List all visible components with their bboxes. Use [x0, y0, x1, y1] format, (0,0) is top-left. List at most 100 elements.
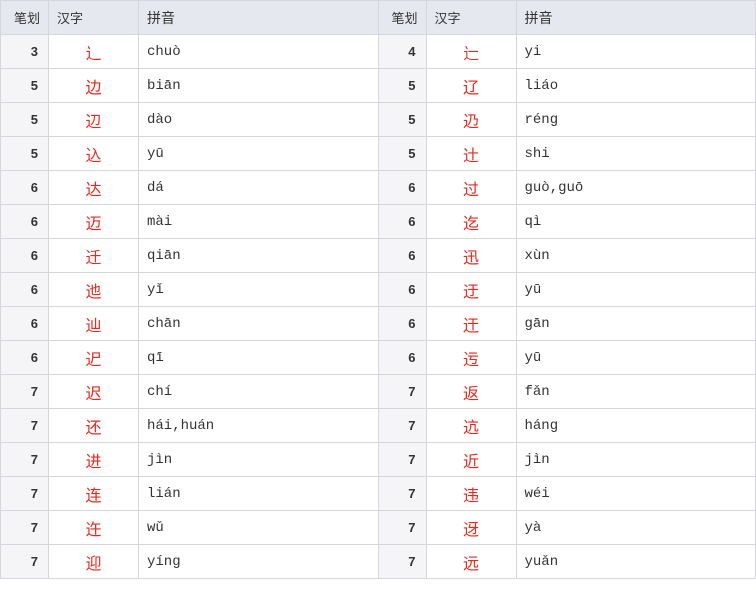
cell-strokes: 6: [378, 171, 426, 205]
cell-strokes: 6: [1, 307, 49, 341]
cell-hanzi[interactable]: 迕: [49, 511, 139, 545]
cell-strokes: 7: [378, 477, 426, 511]
cell-pinyin: réng: [516, 103, 756, 137]
cell-pinyin: fǎn: [516, 375, 756, 409]
cell-hanzi[interactable]: 辶: [49, 35, 139, 69]
cell-pinyin: chí: [139, 375, 379, 409]
cell-strokes: 6: [1, 171, 49, 205]
cell-hanzi[interactable]: 辽: [426, 69, 516, 103]
cell-pinyin: yà: [516, 511, 756, 545]
cell-pinyin: hái,huán: [139, 409, 379, 443]
table-row: 7进jìn7近jìn: [1, 443, 756, 477]
cell-strokes: 6: [1, 205, 49, 239]
cell-hanzi[interactable]: 迓: [426, 511, 516, 545]
cell-strokes: 5: [378, 103, 426, 137]
cell-hanzi[interactable]: 过: [426, 171, 516, 205]
cell-strokes: 5: [1, 103, 49, 137]
table-row: 7迕wǔ7迓yà: [1, 511, 756, 545]
table-row: 5辺dào5辸réng: [1, 103, 756, 137]
table-row: 7迟chí7返fǎn: [1, 375, 756, 409]
cell-hanzi[interactable]: 迄: [426, 205, 516, 239]
cell-hanzi[interactable]: 迒: [426, 409, 516, 443]
cell-strokes: 6: [378, 307, 426, 341]
cell-hanzi[interactable]: 辿: [49, 307, 139, 341]
cell-pinyin: jìn: [139, 443, 379, 477]
cell-hanzi[interactable]: 近: [426, 443, 516, 477]
cell-pinyin: qī: [139, 341, 379, 375]
header-row: 笔划 汉字 拼音 笔划 汉字 拼音: [1, 1, 756, 35]
header-strokes-right: 笔划: [378, 1, 426, 35]
cell-pinyin: xùn: [516, 239, 756, 273]
table-row: 6迉qī6迃yū: [1, 341, 756, 375]
cell-strokes: 3: [1, 35, 49, 69]
cell-pinyin: yū: [516, 273, 756, 307]
cell-strokes: 7: [1, 545, 49, 579]
cell-hanzi[interactable]: 迆: [49, 273, 139, 307]
header-strokes-left: 笔划: [1, 1, 49, 35]
cell-pinyin: wǔ: [139, 511, 379, 545]
cell-strokes: 4: [378, 35, 426, 69]
cell-pinyin: yǐ: [139, 273, 379, 307]
cell-hanzi[interactable]: 边: [49, 69, 139, 103]
table-row: 7迎yíng7远yuǎn: [1, 545, 756, 579]
table-row: 7连lián7违wéi: [1, 477, 756, 511]
cell-strokes: 7: [378, 375, 426, 409]
cell-hanzi[interactable]: 进: [49, 443, 139, 477]
header-pinyin-right: 拼音: [516, 1, 756, 35]
cell-strokes: 6: [1, 341, 49, 375]
table-row: 7还hái,huán7迒háng: [1, 409, 756, 443]
cell-pinyin: yū: [139, 137, 379, 171]
cell-strokes: 6: [378, 239, 426, 273]
cell-strokes: 6: [378, 341, 426, 375]
cell-strokes: 6: [378, 273, 426, 307]
cell-hanzi[interactable]: 迈: [49, 205, 139, 239]
cell-pinyin: lián: [139, 477, 379, 511]
cell-hanzi[interactable]: 迟: [49, 375, 139, 409]
cell-pinyin: yi: [516, 35, 756, 69]
cell-hanzi[interactable]: 迎: [49, 545, 139, 579]
table-row: 5边biān5辽liáo: [1, 69, 756, 103]
cell-pinyin: wéi: [516, 477, 756, 511]
cell-hanzi[interactable]: 还: [49, 409, 139, 443]
cell-hanzi[interactable]: 込: [49, 137, 139, 171]
cell-hanzi[interactable]: 达: [49, 171, 139, 205]
cell-strokes: 6: [1, 273, 49, 307]
cell-hanzi[interactable]: 辷: [426, 35, 516, 69]
cell-hanzi[interactable]: 远: [426, 545, 516, 579]
cell-strokes: 6: [1, 239, 49, 273]
cell-pinyin: yū: [516, 341, 756, 375]
cell-hanzi[interactable]: 迉: [49, 341, 139, 375]
cell-pinyin: mài: [139, 205, 379, 239]
cell-hanzi[interactable]: 迂: [426, 273, 516, 307]
cell-strokes: 7: [1, 375, 49, 409]
cell-hanzi[interactable]: 返: [426, 375, 516, 409]
dictionary-table: 笔划 汉字 拼音 笔划 汉字 拼音 3辶chuò4辷yi5边biān5辽liáo…: [0, 0, 756, 579]
cell-pinyin: qiān: [139, 239, 379, 273]
dictionary-table-wrapper: 笔划 汉字 拼音 笔划 汉字 拼音 3辶chuò4辷yi5边biān5辽liáo…: [0, 0, 756, 579]
cell-hanzi[interactable]: 迀: [426, 307, 516, 341]
cell-strokes: 7: [1, 511, 49, 545]
cell-hanzi[interactable]: 连: [49, 477, 139, 511]
cell-strokes: 5: [378, 69, 426, 103]
cell-hanzi[interactable]: 迁: [49, 239, 139, 273]
header-hanzi-left: 汉字: [49, 1, 139, 35]
cell-hanzi[interactable]: 违: [426, 477, 516, 511]
cell-pinyin: chuò: [139, 35, 379, 69]
cell-hanzi[interactable]: 辻: [426, 137, 516, 171]
cell-pinyin: chān: [139, 307, 379, 341]
cell-pinyin: guò,guō: [516, 171, 756, 205]
cell-strokes: 7: [1, 443, 49, 477]
cell-hanzi[interactable]: 迃: [426, 341, 516, 375]
cell-hanzi[interactable]: 辺: [49, 103, 139, 137]
cell-strokes: 7: [378, 511, 426, 545]
cell-pinyin: gān: [516, 307, 756, 341]
table-row: 6迁qiān6迅xùn: [1, 239, 756, 273]
table-row: 5込yū5辻shi: [1, 137, 756, 171]
cell-pinyin: liáo: [516, 69, 756, 103]
cell-strokes: 7: [378, 443, 426, 477]
table-row: 6达dá6过guò,guō: [1, 171, 756, 205]
cell-hanzi[interactable]: 辸: [426, 103, 516, 137]
cell-strokes: 7: [1, 409, 49, 443]
cell-pinyin: shi: [516, 137, 756, 171]
cell-hanzi[interactable]: 迅: [426, 239, 516, 273]
